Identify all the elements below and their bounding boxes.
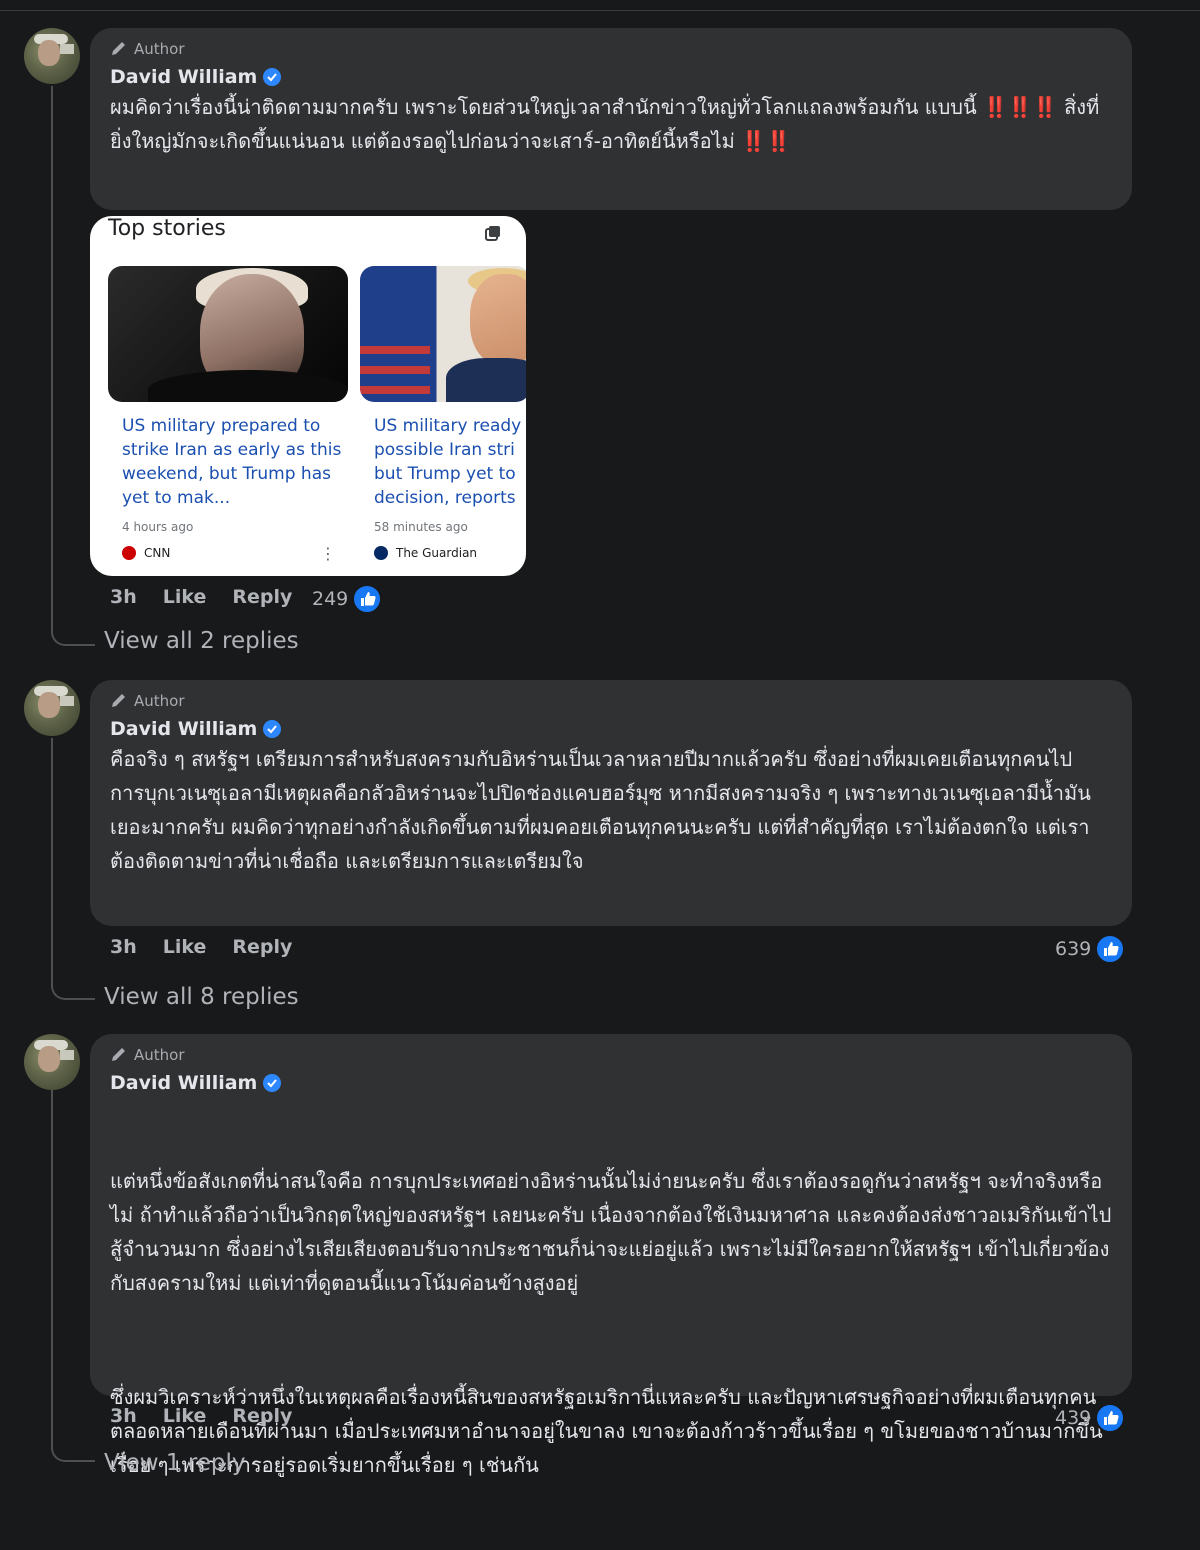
reply-button[interactable]: Reply [232,936,292,958]
pencil-icon [112,1048,125,1061]
top-stories-card[interactable]: Top stories US military prepared to stri… [90,216,526,576]
author-badge: Author [110,1044,1112,1066]
thread-elbow [51,1438,95,1462]
reaction-count[interactable]: 249 [312,584,383,614]
commenter-name[interactable]: David William [110,718,257,740]
author-badge-label: Author [134,1046,185,1064]
comment-actions: 3h Like Reply [110,1405,318,1427]
like-reaction-icon [1095,934,1126,964]
story-item[interactable]: US military prepared to strike Iran as e… [108,266,350,576]
author-badge: Author [110,690,1112,712]
verified-badge-icon [263,720,282,738]
view-replies-link[interactable]: View 1 reply [104,1450,246,1476]
verified-badge-icon [263,68,282,86]
top-stories-title: Top stories [108,216,226,241]
like-button[interactable]: Like [163,586,207,608]
more-options-icon[interactable]: ⋮ [320,544,336,563]
commenter-name[interactable]: David William [110,1072,257,1094]
story-time: 4 hours ago [122,520,194,534]
view-replies-link[interactable]: View all 2 replies [104,628,299,654]
author-badge: Author [110,38,1112,60]
comment-text: ผมคิดว่าเรื่องนี้น่าติดตามมากครับ เพราะโ… [110,95,1100,153]
story-thumbnail [360,266,526,402]
comment-actions: 3h Like Reply [110,936,318,958]
comment-bubble: Author David William ผมคิดว่าเรื่องนี้น่… [90,28,1132,210]
comment-bubble: Author David William คือจริง ๆ สหรัฐฯ เต… [90,680,1132,926]
author-badge-label: Author [134,40,185,58]
story-item[interactable]: US military ready possible Iran stri but… [360,266,526,576]
cnn-logo-icon [122,546,136,560]
timestamp[interactable]: 3h [110,1405,137,1427]
thread-elbow [51,976,95,1000]
comment-bubble: Author David William แต่หนึ่งข้อสังเกตที… [90,1034,1132,1477]
guardian-logo-icon [374,546,388,560]
top-divider [0,10,1200,11]
pencil-icon [112,42,125,55]
timestamp[interactable]: 3h [110,936,137,958]
story-headline[interactable]: US military prepared to strike Iran as e… [122,414,342,510]
view-replies-link[interactable]: View all 8 replies [104,984,299,1010]
avatar[interactable] [24,1034,80,1090]
comment-actions: 3h Like Reply [110,586,318,608]
comment-text: แต่หนึ่งข้อสังเกตที่น่าสนใจคือ การบุกประ… [110,1169,1112,1477]
like-reaction-icon [352,584,383,614]
reaction-count[interactable]: 439 [1055,1403,1126,1433]
reply-button[interactable]: Reply [232,586,292,608]
avatar[interactable] [24,28,80,84]
author-badge-label: Author [134,692,185,710]
avatar[interactable] [24,680,80,736]
verified-badge-icon [263,1074,282,1092]
like-reaction-icon [1095,1403,1126,1433]
like-button[interactable]: Like [163,936,207,958]
story-source: The Guardian [374,546,477,560]
thread-line [51,86,53,626]
thread-elbow [51,622,95,646]
commenter-name[interactable]: David William [110,66,257,88]
reaction-count[interactable]: 639 [1055,934,1126,964]
thread-line [51,1090,53,1440]
pencil-icon [112,694,125,707]
comment-text: คือจริง ๆ สหรัฐฯ เตรียมการสำหรับสงครามกั… [110,747,1091,873]
timestamp[interactable]: 3h [110,586,137,608]
reply-button[interactable]: Reply [232,1405,292,1427]
like-button[interactable]: Like [163,1405,207,1427]
story-thumbnail [108,266,348,402]
story-headline[interactable]: US military ready possible Iran stri but… [374,414,526,510]
story-time: 58 minutes ago [374,520,468,534]
copy-icon[interactable] [484,224,502,242]
thread-line [51,738,53,978]
story-source: CNN [122,546,170,560]
